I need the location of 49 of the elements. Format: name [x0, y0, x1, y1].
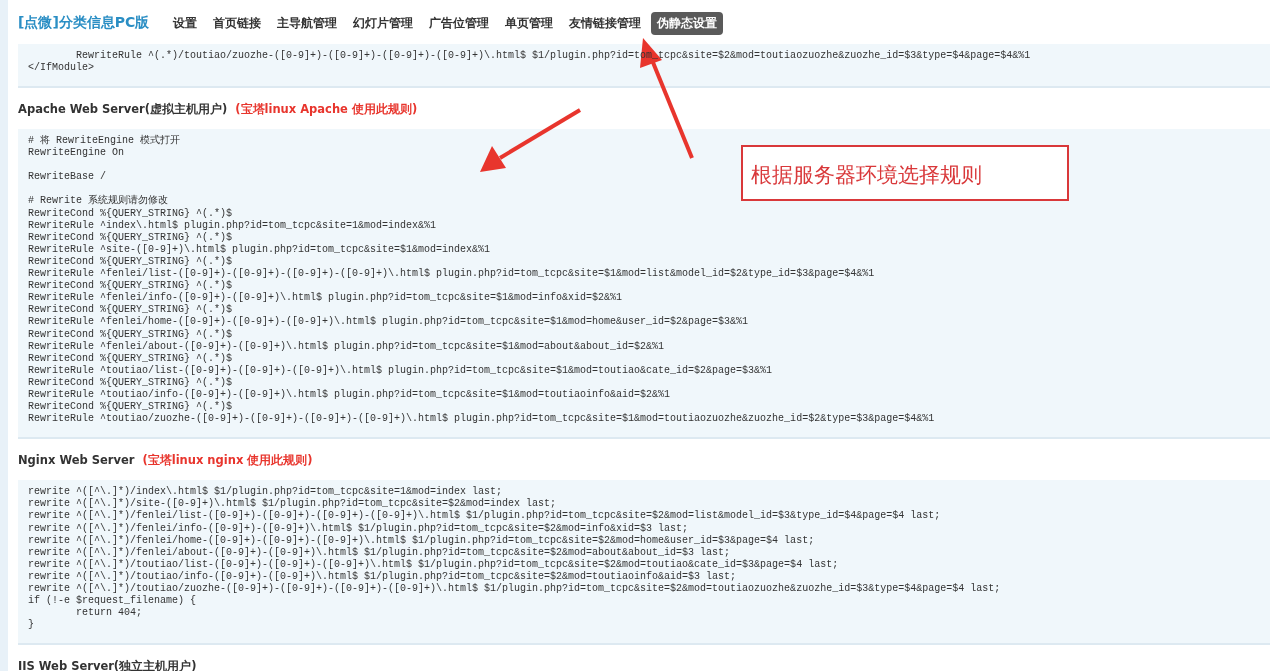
code-line: rewrite ^([^\.]*)/toutiao/info-([0-9]+)-([0-9]+)\.html$ $1/plugin.php?id=tom_tcpc&site=$2&mod=toutiaoinfo&aid=$3 last;: [28, 570, 737, 583]
nav-tab[interactable]: 设置: [167, 11, 204, 35]
code-line: RewriteRule ^fenlei/home-([0-9]+)-([0-9]+)-([0-9]+)\.html$ plugin.php?id=tom_tcpc&site=$1&mod=home&user_id=$2&page=$3&%1: [28, 316, 749, 329]
code-line: if (!-e $request_filename) {: [28, 595, 197, 608]
app-title: [点微]分类信息PC版: [18, 14, 150, 32]
code-line: RewriteCond %{QUERY_STRING} ^(.*)$: [28, 304, 233, 316]
nav-tab[interactable]: 单页管理: [499, 11, 560, 35]
section-note: (宝塔linux Apache 使用此规则): [235, 102, 418, 118]
nav-tab[interactable]: 广告位管理: [423, 11, 496, 35]
nav-tab[interactable]: 首页链接: [207, 11, 268, 35]
code-line: RewriteBase /: [28, 171, 106, 184]
code-line: RewriteCond %{QUERY_STRING} ^(.*)$: [28, 376, 233, 389]
code-line: RewriteCond %{QUERY_STRING} ^(.*)$: [28, 401, 233, 413]
code-line: }: [28, 619, 34, 632]
code-line: RewriteRule ^toutiao/info-([0-9]+)-([0-9]+)\.html$ plugin.php?id=tom_tcpc&site=$1&mod=toutiaoinfo&aid=$2&%1: [28, 388, 671, 401]
code-line: rewrite ^([^\.]*)/fenlei/info-([0-9]+)-([0-9]+)\.html$ $1/plugin.php?id=tom_tcpc&site=$2&mod=info&xid=$3 last;: [28, 522, 689, 535]
code-line: rewrite ^([^\.]*)/fenlei/list-([0-9]+)-([0-9]+)-([0-9]+)-([0-9]+)\.html$ $1/plugin.php?id=tom_tcpc&site=$2&mod=list&model_id=$3&type_id=$4&page=$4 last;: [28, 510, 941, 523]
section-title: Apache Web Server(虚拟主机用户): [18, 102, 228, 118]
code-line: rewrite ^([^\.]*)/toutiao/list-([0-9]+)-([0-9]+)-([0-9]+)\.html$ $1/plugin.php?id=tom_tcpc&site=$2&mod=toutiao&cate_id=$3&page=$4 last;: [28, 558, 839, 571]
nav-tab[interactable]: 幻灯片管理: [347, 11, 420, 35]
code-line: RewriteRule ^site-([0-9]+)\.html$ plugin.php?id=tom_tcpc&site=$1&mod=index&%1: [28, 243, 491, 256]
section-note: (宝塔linux nginx 使用此规则): [142, 453, 313, 469]
code-line: RewriteCond %{QUERY_STRING} ^(.*)$: [28, 352, 233, 365]
code-line: RewriteRule ^fenlei/list-([0-9]+)-([0-9]+)-([0-9]+)-([0-9]+)\.html$ plugin.php?id=tom_tcpc&site=$1&mod=list&model_id=$2&type_id=$3&page=$4&%1: [28, 268, 875, 280]
code-line: RewriteEngine On: [28, 147, 124, 160]
nav-tab[interactable]: 伪静态设置: [651, 11, 724, 35]
code-line: RewriteCond %{QUERY_STRING} ^(.*)$: [28, 255, 233, 268]
code-line: RewriteRule ^index\.html$ plugin.php?id=tom_tcpc&site=1&mod=index&%1: [28, 219, 437, 232]
code-line: rewrite ^([^\.]*)/site-([0-9]+)\.html$ $1/plugin.php?id=tom_tcpc&site=$2&mod=index last;: [28, 498, 557, 510]
code-line: rewrite ^([^\.]*)/index\.html$ $1/plugin.php?id=tom_tcpc&site=1&mod=index last;: [28, 486, 503, 498]
code-line: RewriteRule ^toutiao/list-([0-9]+)-([0-9]+)-([0-9]+)\.html$ plugin.php?id=tom_tcpc&site=$1&mod=toutiao&cate_id=$2&page=$3&%1: [28, 364, 773, 377]
code-line: RewriteCond %{QUERY_STRING} ^(.*)$: [28, 328, 233, 341]
section-title: Nginx Web Server: [18, 453, 135, 468]
code-line: RewriteCond %{QUERY_STRING} ^(.*)$: [28, 231, 233, 244]
code-line: RewriteRule ^fenlei/info-([0-9]+)-([0-9]+)\.html$ plugin.php?id=tom_tcpc&site=$1&mod=info&xid=$2&%1: [28, 292, 623, 304]
nav-tab[interactable]: 主导航管理: [271, 11, 344, 35]
code-line: # 将 RewriteEngine 模式打开: [28, 135, 181, 147]
code-line: </IfModule>: [28, 62, 94, 75]
code-line: rewrite ^([^\.]*)/fenlei/home-([0-9]+)-([0-9]+)-([0-9]+)\.html$ $1/plugin.php?id=tom_tcpc&site=$2&mod=home&user_id=$3&page=$4 last;: [28, 534, 815, 547]
callout-box: 根据服务器环境选择规则: [741, 145, 1069, 201]
code-line: RewriteCond %{QUERY_STRING} ^(.*)$: [28, 280, 233, 292]
code-line: rewrite ^([^\.]*)/toutiao/zuozhe-([0-9]+)-([0-9]+)-([0-9]+)-([0-9]+)\.html$ $1/plugin.php?id=tom_tcpc&site=$2&mod=toutiaozuozhe&zuozhe_id=$3&type=$4&page=$4 last;: [28, 583, 1001, 595]
code-line: RewriteRule ^toutiao/zuozhe-([0-9]+)-([0-9]+)-([0-9]+)-([0-9]+)\.html$ plugin.php?id=tom_tcpc&site=$1&mod=toutiaozuozhe&zuozhe_id=$2&type=$3&page=$4&%1: [28, 413, 935, 426]
code-line: # Rewrite 系统规则请勿修改: [28, 195, 168, 208]
nav-tab[interactable]: 友情链接管理: [563, 11, 648, 35]
code-line: return 404;: [75, 607, 143, 620]
code-line: RewriteRule ^fenlei/about-([0-9]+)-([0-9]+)\.html$ plugin.php?id=tom_tcpc&site=$1&mod=about&about_id=$2&%1: [28, 340, 665, 353]
code-line: RewriteCond %{QUERY_STRING} ^(.*)$: [28, 207, 233, 220]
code-line: rewrite ^([^\.]*)/fenlei/about-([0-9]+)-([0-9]+)\.html$ $1/plugin.php?id=tom_tcpc&site=$2&mod=about&about_id=$3 last;: [28, 546, 731, 559]
